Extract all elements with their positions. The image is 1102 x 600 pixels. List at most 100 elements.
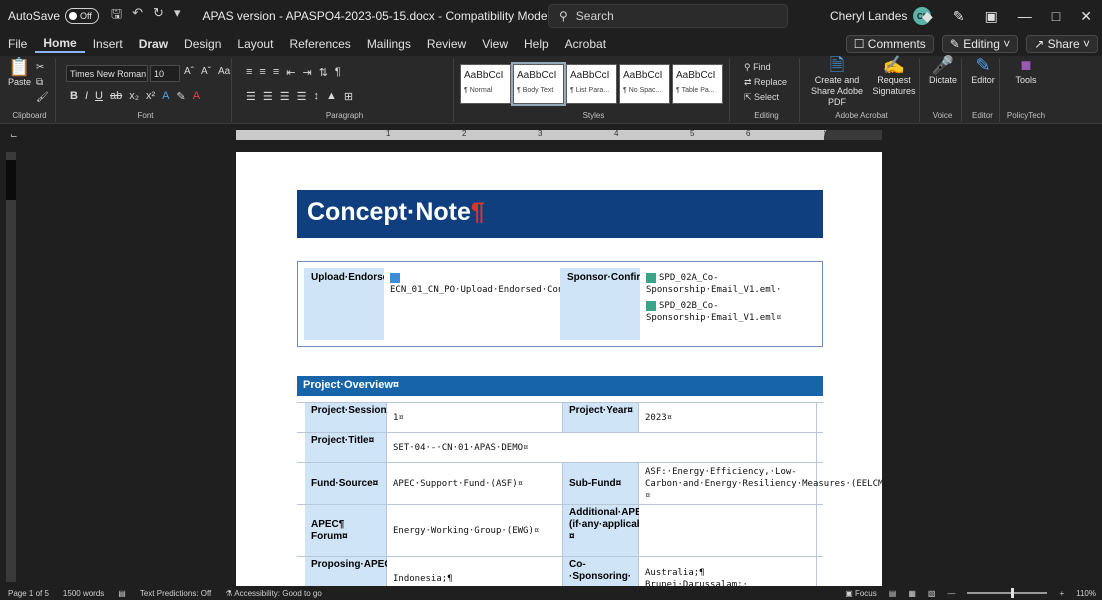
select-button[interactable]: ⇱ Select (744, 92, 787, 103)
close-icon[interactable]: ✕ (1080, 8, 1092, 25)
pen-icon[interactable]: ✎ (953, 8, 965, 25)
upload-file-cell[interactable]: ECN_01_CN_PO·Upload·Endorsed·Concept·Not… (384, 268, 661, 340)
copy-icon[interactable]: ⧉ (36, 77, 49, 88)
editing-button[interactable]: ✎ Editing ˅ (941, 35, 1019, 53)
text-predictions[interactable]: Text Predictions: Off (140, 589, 211, 598)
proofing-icon[interactable]: ▤ (118, 589, 126, 598)
tab-acrobat[interactable]: Acrobat (557, 37, 614, 51)
bullets-icon[interactable]: ≡ (246, 66, 252, 79)
decrease-indent-icon[interactable]: ⇤ (286, 66, 295, 79)
italic-icon[interactable]: I (85, 90, 88, 103)
autosave-toggle[interactable]: Off (65, 8, 100, 24)
paste-button[interactable]: 📋 Paste (8, 58, 31, 88)
print-layout-icon[interactable]: ▦ (908, 589, 916, 598)
diamond-icon[interactable]: ◆ (922, 8, 933, 25)
create-pdf-button[interactable]: 🗎 Create and Share Adobe PDF (806, 55, 868, 108)
font-size-box[interactable]: 10 (150, 65, 180, 82)
shrink-font-icon[interactable]: Aˇ (201, 66, 211, 77)
increase-indent-icon[interactable]: ⇥ (302, 66, 311, 79)
zoom-in-icon[interactable]: + (1059, 589, 1064, 598)
horizontal-ruler[interactable]: 1 2 3 4 5 6 7 (236, 129, 882, 140)
font-name-box[interactable]: Times New Roman (66, 65, 148, 82)
style-normal[interactable]: AaBbCcI ¶ Normal (460, 64, 511, 104)
autosave-label: AutoSave (8, 9, 61, 23)
save-icon[interactable]: 🖫 (111, 5, 122, 27)
zoom-slider-thumb[interactable] (1011, 588, 1015, 598)
tab-selector-icon[interactable]: ⌙ (10, 130, 18, 141)
tab-home[interactable]: Home (35, 36, 85, 53)
strikethrough-icon[interactable]: ab (110, 90, 122, 103)
tab-file[interactable]: File (0, 37, 35, 51)
style-list-paragraph[interactable]: AaBbCcI ¶ List Para... (566, 64, 617, 104)
page-count[interactable]: Page 1 of 5 (8, 589, 49, 598)
multilevel-list-icon[interactable]: ≡ (273, 66, 279, 79)
zoom-level[interactable]: 110% (1076, 589, 1096, 598)
line-spacing-icon[interactable]: ↕ (314, 90, 320, 103)
format-painter-icon[interactable]: 🖌 (36, 92, 49, 103)
style-table-paragraph[interactable]: AaBbCcI ¶ Table Pa... (672, 64, 723, 104)
font-color-icon[interactable]: A (193, 90, 200, 103)
text-effects-icon[interactable]: A (162, 90, 169, 103)
request-signatures-button[interactable]: ✍ Request Signatures (870, 56, 918, 97)
read-mode-icon[interactable]: ▤ (889, 589, 897, 598)
word-count[interactable]: 1500 words (63, 589, 104, 598)
style-no-spacing[interactable]: AaBbCcI ¶ No Spac... (619, 64, 670, 104)
numbering-icon[interactable]: ≡ (259, 66, 265, 79)
minimize-icon[interactable]: — (1018, 8, 1032, 24)
shading-icon[interactable]: ▲ (326, 90, 337, 103)
vertical-ruler[interactable] (6, 152, 16, 582)
quick-access-toolbar: 🖫 ↶ ↻ ▾ (111, 5, 180, 27)
borders-icon[interactable]: ⊞ (344, 90, 353, 103)
search-box[interactable]: ⚲ Search (548, 4, 788, 28)
web-layout-icon[interactable]: ▧ (928, 589, 936, 598)
justify-icon[interactable]: ☰ (297, 90, 307, 103)
zoom-slider[interactable] (967, 588, 1048, 598)
cut-icon[interactable]: ✂ (36, 62, 49, 73)
center-icon[interactable]: ☰ (263, 90, 273, 103)
editor-button[interactable]: ✎ Editor (968, 56, 998, 86)
document-title[interactable]: APAS version - APASPO4-2023-05-15.docx -… (202, 9, 592, 23)
tab-view[interactable]: View (474, 37, 516, 51)
focus-button[interactable]: ▣ Focus (845, 589, 877, 598)
tools-button[interactable]: ■ Tools (1008, 56, 1044, 86)
restore-icon[interactable]: □ (1052, 8, 1060, 24)
pdf-icon: 🗎 (829, 55, 845, 75)
document-page[interactable]: Concept·Note¶ Upload·Endorsed·Concept·No… (236, 152, 882, 600)
superscript-icon[interactable]: x² (146, 90, 155, 103)
tab-insert[interactable]: Insert (85, 37, 131, 51)
subscript-icon[interactable]: x₂ (129, 90, 139, 103)
change-case-icon[interactable]: Aa (218, 66, 230, 77)
share-button[interactable]: ↗ Share ˅ (1026, 35, 1098, 53)
show-marks-icon[interactable]: ¶ (335, 66, 341, 79)
sort-icon[interactable]: ⇅ (319, 66, 328, 79)
bold-icon[interactable]: B (70, 90, 78, 103)
ribbon-display-icon[interactable]: ▣ (985, 8, 998, 25)
highlight-icon[interactable]: ✎ (177, 90, 186, 103)
undo-icon[interactable]: ↶ (132, 5, 143, 27)
style-body-text[interactable]: AaBbCcI ¶ Body Text (511, 62, 566, 106)
replace-button[interactable]: ⇄ Replace (744, 77, 787, 88)
tab-mailings[interactable]: Mailings (359, 37, 419, 51)
user-account[interactable]: Cheryl Landes CL (830, 7, 932, 25)
align-left-icon[interactable]: ☰ (246, 90, 256, 103)
zoom-out-icon[interactable]: — (947, 589, 955, 598)
tab-help[interactable]: Help (516, 37, 557, 51)
tab-design[interactable]: Design (176, 37, 229, 51)
editing-label: Editing (754, 111, 779, 120)
customize-qat-icon[interactable]: ▾ (174, 5, 181, 27)
find-button[interactable]: ⚲ Find (744, 62, 787, 73)
dictate-button[interactable]: 🎤 Dictate (926, 56, 960, 86)
tab-draw[interactable]: Draw (131, 37, 176, 51)
redo-icon[interactable]: ↻ (153, 5, 164, 27)
tab-review[interactable]: Review (419, 37, 474, 51)
autosave-control[interactable]: AutoSave Off (8, 8, 100, 24)
grow-font-icon[interactable]: Aˆ (184, 66, 194, 77)
comments-button[interactable]: ☐ Comments (845, 35, 934, 53)
underline-icon[interactable]: U (95, 90, 103, 103)
tab-references[interactable]: References (281, 37, 358, 51)
tab-layout[interactable]: Layout (229, 37, 281, 51)
acrobat-group: 🗎 Create and Share Adobe PDF ✍ Request S… (804, 55, 920, 122)
accessibility-status[interactable]: ⚗ Accessibility: Good to go (225, 589, 322, 598)
align-right-icon[interactable]: ☰ (280, 90, 290, 103)
sponsor-file-cell[interactable]: SPD_02A_Co-Sponsorship·Email_V1.eml· SPD… (640, 268, 816, 340)
